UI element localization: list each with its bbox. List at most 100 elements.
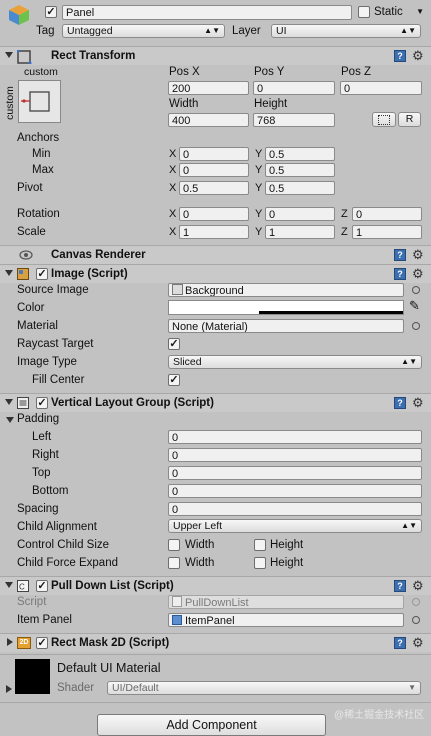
image-script-header[interactable]: ✓ Image (Script) ? ⚙: [0, 264, 431, 283]
eyedropper-icon[interactable]: ✎: [409, 299, 420, 313]
padding-left-field[interactable]: 0: [168, 430, 422, 444]
expand-width-label: Width: [185, 557, 215, 569]
item-panel-picker-icon[interactable]: [412, 616, 420, 624]
rect-mask-foldout-icon[interactable]: [7, 638, 13, 646]
gear-icon[interactable]: ⚙: [412, 396, 424, 409]
padding-foldout-icon[interactable]: [6, 417, 14, 423]
raw-edit-button[interactable]: R: [398, 112, 421, 127]
help-book-icon[interactable]: ?: [394, 580, 406, 592]
scale-y-field[interactable]: 1: [265, 225, 335, 239]
anchor-preset-top-label: custom: [24, 66, 58, 78]
anchor-min-y-field[interactable]: 0.5: [265, 147, 335, 161]
vlg-enabled-checkbox[interactable]: ✓: [36, 397, 48, 409]
width-label: Width: [169, 98, 199, 110]
expand-height-checkbox[interactable]: [254, 557, 266, 569]
width-field[interactable]: 400: [168, 113, 249, 127]
help-book-icon[interactable]: ?: [394, 268, 406, 280]
canvas-renderer-header[interactable]: Canvas Renderer ? ⚙: [0, 245, 431, 264]
child-alignment-label: Child Alignment: [17, 521, 97, 533]
divider: [0, 702, 431, 703]
image-type-dropdown[interactable]: Sliced ▲▼: [168, 355, 422, 369]
material-foldout-icon[interactable]: [6, 685, 12, 693]
source-image-picker-icon[interactable]: [412, 286, 420, 294]
gear-icon[interactable]: ⚙: [412, 49, 424, 62]
material-picker-icon[interactable]: [412, 322, 420, 330]
help-book-icon[interactable]: ?: [394, 249, 406, 261]
anchor-max-y-field[interactable]: 0.5: [265, 163, 335, 177]
scale-z-axis-label: Z: [341, 226, 348, 238]
pull-down-list-header[interactable]: C ✓ Pull Down List (Script) ? ⚙: [0, 576, 431, 595]
rotation-y-field[interactable]: 0: [265, 207, 335, 221]
pos-x-field[interactable]: 200: [168, 81, 249, 95]
anchor-max-x-field[interactable]: 0: [179, 163, 249, 177]
fill-center-checkbox[interactable]: ✓: [168, 374, 180, 386]
control-width-checkbox[interactable]: [168, 539, 180, 551]
pull-down-enabled-checkbox[interactable]: ✓: [36, 580, 48, 592]
pos-z-field[interactable]: 0: [340, 81, 422, 95]
child-alignment-dropdown[interactable]: Upper Left ▲▼: [168, 519, 422, 533]
height-field[interactable]: 768: [253, 113, 335, 127]
add-component-button[interactable]: Add Component: [97, 714, 326, 736]
gear-icon[interactable]: ⚙: [412, 636, 424, 649]
source-image-field[interactable]: Background: [168, 283, 404, 297]
control-height-checkbox[interactable]: [254, 539, 266, 551]
tag-dropdown[interactable]: Untagged ▲▼: [62, 24, 225, 38]
static-dropdown-arrow[interactable]: ▼: [414, 6, 424, 20]
anchors-label: Anchors: [17, 132, 60, 144]
pull-down-foldout-icon[interactable]: [5, 582, 13, 588]
rect-mask-enabled-checkbox[interactable]: ✓: [36, 637, 48, 649]
spacing-field[interactable]: 0: [168, 502, 422, 516]
material-label: Material: [17, 320, 58, 332]
pivot-x-field[interactable]: 0.5: [179, 181, 249, 195]
pivot-x-axis-label: X: [169, 182, 177, 194]
anchor-min-x-field[interactable]: 0: [179, 147, 249, 161]
pivot-y-field[interactable]: 0.5: [265, 181, 335, 195]
control-width-label: Width: [185, 539, 215, 551]
help-book-icon[interactable]: ?: [394, 397, 406, 409]
active-checkbox[interactable]: ✓: [45, 6, 57, 18]
rect-mask-2d-header[interactable]: 2D ✓ Rect Mask 2D (Script) ? ⚙: [0, 633, 431, 652]
anchor-preset-button[interactable]: [18, 80, 61, 123]
help-book-icon[interactable]: ?: [394, 50, 406, 62]
material-field[interactable]: None (Material): [168, 319, 404, 333]
padding-top-field[interactable]: 0: [168, 466, 422, 480]
gear-icon[interactable]: ⚙: [412, 579, 424, 592]
static-checkbox[interactable]: [358, 6, 370, 18]
rect-transform-title: Rect Transform: [51, 50, 136, 62]
scale-label: Scale: [17, 226, 46, 238]
rotation-x-field[interactable]: 0: [179, 207, 249, 221]
image-enabled-checkbox[interactable]: ✓: [36, 268, 48, 280]
vlg-foldout-icon[interactable]: [5, 399, 13, 405]
material-preview-swatch[interactable]: [15, 659, 50, 694]
expand-height-label: Height: [270, 557, 304, 569]
rotation-z-field[interactable]: 0: [352, 207, 422, 221]
rect-transform-foldout-icon[interactable]: [5, 52, 13, 58]
vertical-layout-group-header[interactable]: ✓ Vertical Layout Group (Script) ? ⚙: [0, 393, 431, 412]
blueprint-icon: [378, 115, 390, 125]
image-foldout-icon[interactable]: [5, 270, 13, 276]
gear-icon[interactable]: ⚙: [412, 267, 424, 280]
item-panel-field[interactable]: ItemPanel: [168, 613, 404, 627]
shader-dropdown[interactable]: UI/Default ▼: [107, 681, 421, 695]
padding-label: Padding: [17, 413, 60, 425]
object-name-field[interactable]: Panel: [62, 5, 352, 20]
gear-icon[interactable]: ⚙: [412, 248, 424, 261]
help-book-icon[interactable]: ?: [394, 637, 406, 649]
shader-value: UI/Default: [112, 682, 159, 694]
raycast-target-checkbox[interactable]: ✓: [168, 338, 180, 350]
blueprint-mode-button[interactable]: [372, 112, 396, 127]
svg-text:C: C: [19, 583, 25, 592]
color-field[interactable]: [168, 300, 404, 315]
layer-dropdown[interactable]: UI ▲▼: [271, 24, 421, 38]
padding-bottom-field[interactable]: 0: [168, 484, 422, 498]
scale-z-field[interactable]: 1: [352, 225, 422, 239]
source-image-value: Background: [185, 285, 244, 297]
control-height-label: Height: [270, 539, 304, 551]
pos-y-field[interactable]: 0: [253, 81, 335, 95]
expand-width-checkbox[interactable]: [168, 557, 180, 569]
layer-label: Layer: [232, 25, 261, 37]
scale-x-field[interactable]: 1: [179, 225, 249, 239]
rect-transform-header[interactable]: Rect Transform ? ⚙: [0, 46, 431, 65]
padding-right-field[interactable]: 0: [168, 448, 422, 462]
script-file-icon: [172, 596, 182, 607]
